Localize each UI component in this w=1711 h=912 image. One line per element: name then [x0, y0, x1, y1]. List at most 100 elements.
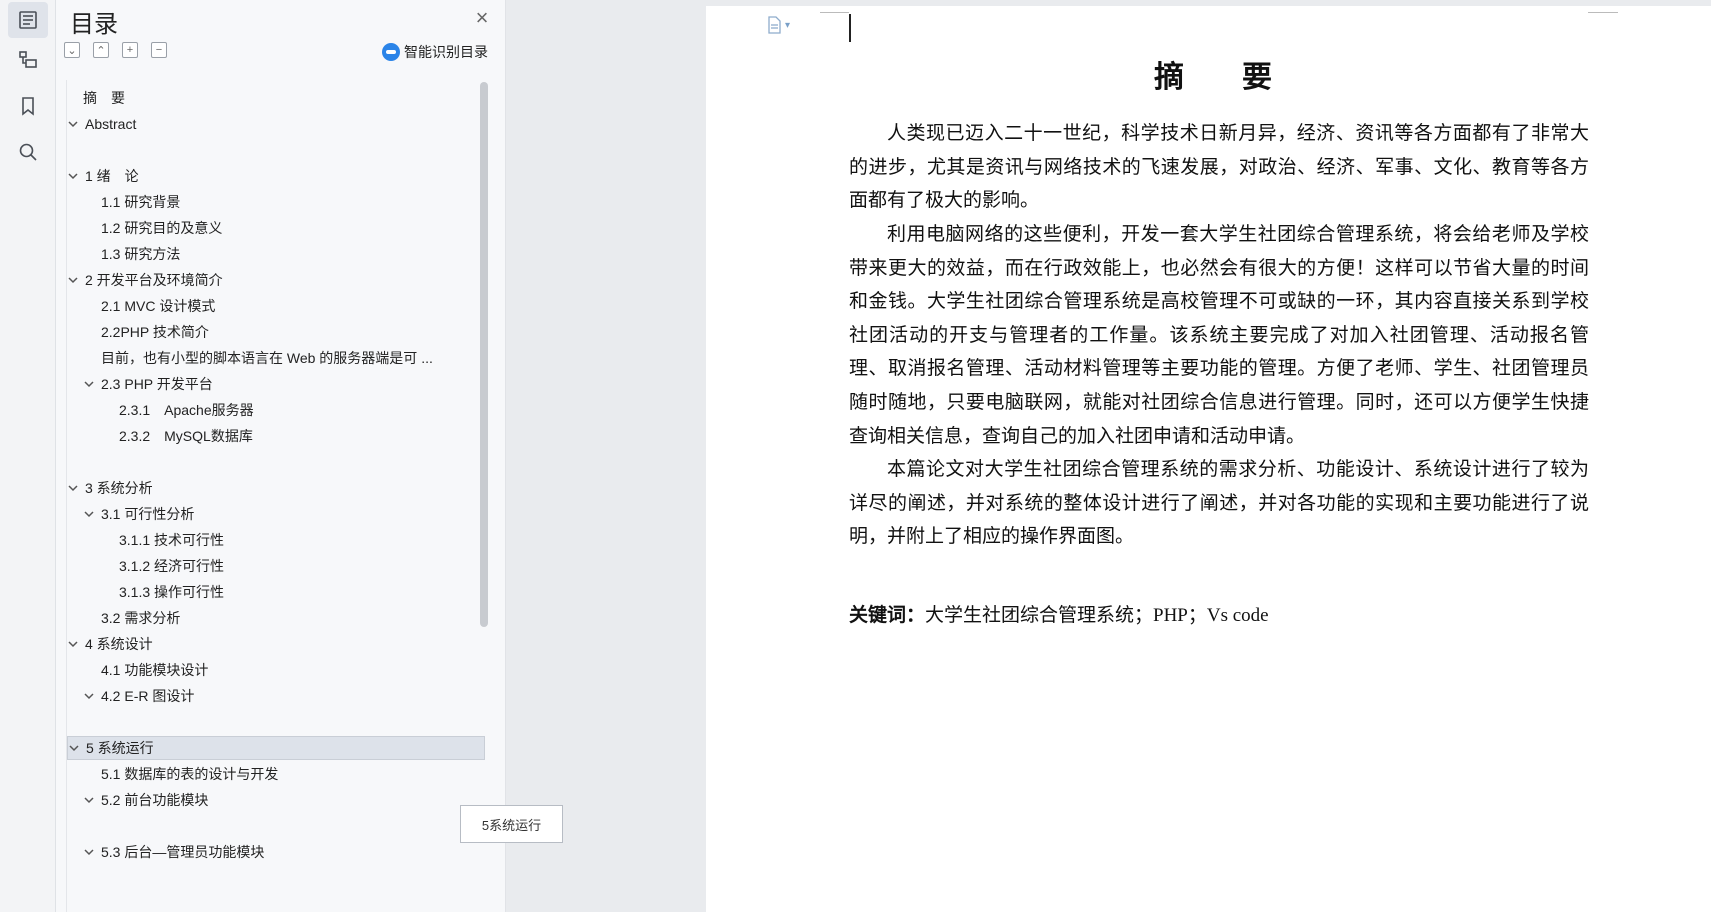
toc-entry[interactable]: 摘 要	[67, 86, 485, 110]
toc-tree: 摘 要 Abstract 1 绪 论 1.1 研究背景 1.2 研究目的及意义 1.3 研…	[66, 80, 496, 912]
toc-panel: 目录 × ⌄ ⌃ + − 智能识别目录 摘 要 Abstract 1 绪 论 1.1 …	[56, 0, 506, 912]
toc-entry[interactable]: 4 系统设计	[67, 632, 485, 656]
toc-entry-label: 目前，也有小型的脚本语言在 Web 的服务器端是可 ...	[101, 350, 433, 366]
toc-entry[interactable]: 2.2PHP 技术简介	[67, 320, 485, 344]
document-icon	[768, 16, 781, 34]
body-paragraph: 本篇论文对大学生社团综合管理系统的需求分析、功能设计、系统设计进行了较为详尽的阐…	[849, 459, 1589, 548]
toc-entry[interactable]	[67, 710, 485, 734]
toc-entry[interactable]: 1.1 研究背景	[67, 190, 485, 214]
toc-entry-label: 2.3.1 Apache服务器	[119, 402, 254, 418]
smart-toc-button[interactable]: 智能识别目录	[382, 42, 488, 62]
toc-entry-label: 5 系统运行	[86, 740, 154, 756]
toc-entry-label: 4.2 E-R 图设计	[101, 688, 195, 704]
toc-entry-label: 3 系统分析	[85, 480, 153, 496]
keywords-text: 大学生社团综合管理系统；PHP；Vs code	[925, 605, 1269, 626]
chevron-down-icon[interactable]	[83, 689, 97, 703]
wps-writer-window: 目录 × ⌄ ⌃ + − 智能识别目录 摘 要 Abstract 1 绪 论 1.1 …	[0, 0, 1711, 912]
chevron-down-icon[interactable]	[83, 377, 97, 391]
toc-entry[interactable]: 2.3 PHP 开发平台	[67, 372, 485, 396]
toc-entry[interactable]: 1 绪 论	[67, 164, 485, 188]
toc-entry[interactable]: Abstract	[67, 112, 485, 136]
ai-assistant-icon	[382, 43, 400, 61]
toc-scrollbar[interactable]	[480, 82, 488, 627]
toc-entry-label: Abstract	[85, 116, 137, 132]
page-options-button[interactable]: ▾	[766, 16, 790, 34]
chevron-down-icon[interactable]	[83, 793, 97, 807]
toc-entry-label: 2.3 PHP 开发平台	[101, 376, 213, 392]
outline-tree-icon	[19, 51, 37, 68]
toc-entry[interactable]: 4.1 功能模块设计	[67, 658, 485, 682]
chevron-down-icon[interactable]	[67, 481, 81, 495]
margin-mark	[1588, 12, 1618, 13]
toc-entry-label: 2 开发平台及环境简介	[85, 272, 223, 288]
body-paragraph: 利用电脑网络的这些便利，开发一套大学生社团综合管理系统，将会给老师及学校带来更大…	[849, 224, 1589, 447]
toc-entry[interactable]: 5.1 数据库的表的设计与开发	[67, 762, 485, 786]
toc-toolbar: ⌄ ⌃ + −	[64, 42, 167, 58]
chevron-down-icon[interactable]	[68, 741, 82, 755]
toc-entry-label: 3.2 需求分析	[101, 610, 181, 626]
navigation-button[interactable]	[8, 42, 48, 78]
toc-entry-label: 4 系统设计	[85, 636, 153, 652]
document-heading: 摘 要	[1154, 60, 1286, 95]
toc-entry[interactable]: 3.1 可行性分析	[67, 502, 485, 526]
chevron-up-icon: ⌃	[96, 44, 106, 57]
toc-entry-label: 4.1 功能模块设计	[101, 662, 209, 678]
toc-panel-button[interactable]	[8, 2, 48, 38]
margin-mark	[820, 12, 849, 13]
toc-entry[interactable]: 3.1.2 经济可行性	[67, 554, 485, 578]
toc-entry[interactable]: 1.2 研究目的及意义	[67, 216, 485, 240]
toc-entry-label: 2.3.2 MySQL数据库	[119, 428, 253, 444]
chevron-down-icon[interactable]	[83, 507, 97, 521]
toc-entry[interactable]: 3.1.1 技术可行性	[67, 528, 485, 552]
toc-entry-label: 2.1 MVC 设计模式	[101, 298, 216, 314]
toc-entry[interactable]	[67, 138, 485, 162]
keywords-label: 关键词：	[849, 605, 926, 626]
search-icon	[19, 143, 37, 161]
remove-heading-button[interactable]: −	[151, 42, 167, 58]
toc-entry[interactable]: 2.3.1 Apache服务器	[67, 398, 485, 422]
close-icon[interactable]: ×	[472, 7, 492, 29]
keywords-line: 关键词：大学生社团综合管理系统；PHP；Vs code	[849, 600, 1269, 627]
toc-entry-label: 摘 要	[83, 90, 125, 106]
toc-entry[interactable]: 1.3 研究方法	[67, 242, 485, 266]
toc-entry-label: 3.1 可行性分析	[101, 506, 195, 522]
side-rail	[0, 0, 56, 912]
toc-entry[interactable]: 4.2 E-R 图设计	[67, 684, 485, 708]
text-cursor	[849, 14, 851, 42]
search-button[interactable]	[8, 134, 48, 170]
chevron-down-icon[interactable]	[67, 273, 81, 287]
toc-entry[interactable]: 3 系统分析	[67, 476, 485, 500]
chevron-down-icon[interactable]	[83, 845, 97, 859]
expand-all-button[interactable]: ⌄	[64, 42, 80, 58]
toc-tooltip: 5系统运行	[460, 805, 563, 843]
toc-entry[interactable]: 5.2 前台功能模块	[67, 788, 485, 812]
chevron-down-icon[interactable]	[67, 169, 81, 183]
toc-entry-label: 5.1 数据库的表的设计与开发	[101, 766, 279, 782]
chevron-down-icon[interactable]	[67, 117, 81, 131]
chevron-down-icon[interactable]	[67, 637, 81, 651]
toc-entry-label: 1.1 研究背景	[101, 194, 181, 210]
toc-entry-label: 2.2PHP 技术简介	[101, 324, 209, 340]
add-heading-button[interactable]: +	[122, 42, 138, 58]
toc-entry[interactable]: 目前，也有小型的脚本语言在 Web 的服务器端是可 ...	[67, 346, 485, 370]
toc-entry[interactable]: 2 开发平台及环境简介	[67, 268, 485, 292]
toc-entry[interactable]: 5 系统运行	[67, 736, 485, 760]
plus-icon: +	[126, 44, 134, 56]
toc-entry[interactable]	[67, 814, 485, 838]
toc-entry-label: 1.2 研究目的及意义	[101, 220, 223, 236]
bookmark-button[interactable]	[8, 88, 48, 124]
toc-icon	[19, 11, 37, 29]
toc-entry-label: 3.1.1 技术可行性	[119, 532, 225, 548]
toc-entry[interactable]: 2.1 MVC 设计模式	[67, 294, 485, 318]
toc-entry-label: 3.1.2 经济可行性	[119, 558, 225, 574]
toc-entry-label: 3.1.3 操作可行性	[119, 584, 225, 600]
toc-entry[interactable]: 3.1.3 操作可行性	[67, 580, 485, 604]
smart-toc-label: 智能识别目录	[404, 44, 488, 60]
toc-entry-label: 1.3 研究方法	[101, 246, 181, 262]
toc-entry[interactable]: 2.3.2 MySQL数据库	[67, 424, 485, 448]
toc-entry[interactable]: 5.3 后台—管理员功能模块	[67, 840, 485, 864]
collapse-all-button[interactable]: ⌃	[93, 42, 109, 58]
toc-entry-label: 5.3 后台—管理员功能模块	[101, 844, 265, 860]
toc-entry[interactable]: 3.2 需求分析	[67, 606, 485, 630]
toc-entry[interactable]	[67, 450, 485, 474]
